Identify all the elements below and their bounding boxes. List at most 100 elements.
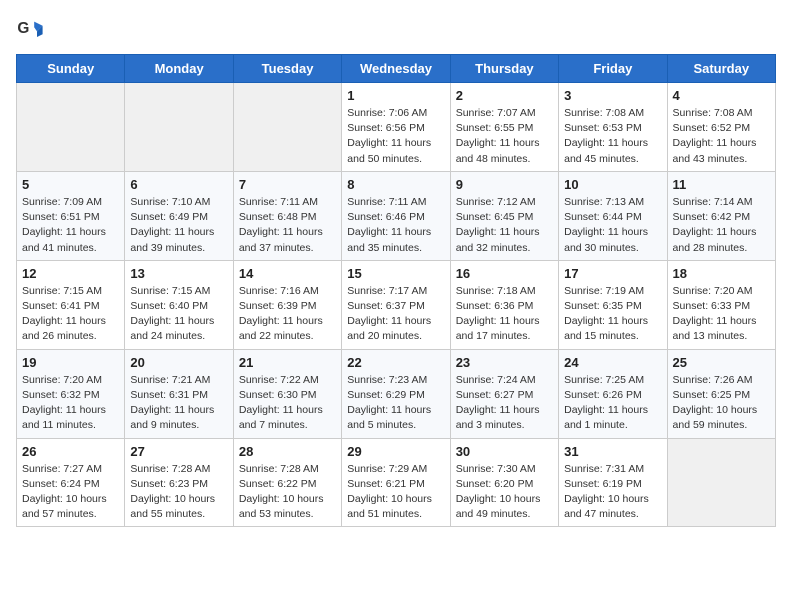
calendar-cell: 7Sunrise: 7:11 AMSunset: 6:48 PMDaylight…	[233, 171, 341, 260]
calendar-cell: 11Sunrise: 7:14 AMSunset: 6:42 PMDayligh…	[667, 171, 775, 260]
day-info: Sunrise: 7:13 AMSunset: 6:44 PMDaylight:…	[564, 195, 661, 256]
day-number: 31	[564, 444, 661, 459]
day-number: 1	[347, 88, 444, 103]
weekday-header: Tuesday	[233, 55, 341, 83]
day-info: Sunrise: 7:15 AMSunset: 6:40 PMDaylight:…	[130, 284, 227, 345]
logo-icon: G	[16, 16, 44, 44]
calendar-cell: 21Sunrise: 7:22 AMSunset: 6:30 PMDayligh…	[233, 349, 341, 438]
day-number: 25	[673, 355, 770, 370]
calendar-cell: 20 Sunrise: 7:21 AMSunset: 6:31 PMDayligh…	[125, 349, 233, 438]
calendar-week-row: 26 Sunrise: 7:27 AMSunset: 6:24 PMDayligh…	[17, 438, 776, 527]
day-number: 21	[239, 355, 336, 370]
calendar-cell: 9Sunrise: 7:12 AMSunset: 6:45 PMDaylight…	[450, 171, 558, 260]
calendar-cell: 8 Sunrise: 7:11 AMSunset: 6:46 PMDaylight…	[342, 171, 450, 260]
calendar-cell: 16 Sunrise: 7:18 AMSunset: 6:36 PMDayligh…	[450, 260, 558, 349]
day-info: Sunrise: 7:17 AMSunset: 6:37 PMDaylight:…	[347, 284, 444, 345]
calendar-week-row: 12 Sunrise: 7:15 AMSunset: 6:41 PMDayligh…	[17, 260, 776, 349]
calendar-cell: 27Sunrise: 7:28 AMSunset: 6:23 PMDayligh…	[125, 438, 233, 527]
svg-text:G: G	[17, 20, 29, 37]
day-number: 3	[564, 88, 661, 103]
day-info: Sunrise: 7:18 AMSunset: 6:36 PMDaylight:…	[456, 284, 553, 345]
day-number: 5	[22, 177, 119, 192]
calendar-body: 1 Sunrise: 7:06 AMSunset: 6:56 PMDaylight…	[17, 83, 776, 527]
day-info: Sunrise: 7:06 AMSunset: 6:56 PMDaylight:…	[347, 106, 444, 167]
calendar-week-row: 1 Sunrise: 7:06 AMSunset: 6:56 PMDaylight…	[17, 83, 776, 172]
day-info: Sunrise: 7:16 AMSunset: 6:39 PMDaylight:…	[239, 284, 336, 345]
page-header: G	[16, 16, 776, 44]
calendar-cell: 31 Sunrise: 7:31 AMSunset: 6:19 PMDayligh…	[559, 438, 667, 527]
calendar-cell	[667, 438, 775, 527]
weekday-header: Friday	[559, 55, 667, 83]
day-info: Sunrise: 7:26 AMSunset: 6:25 PMDaylight:…	[673, 373, 770, 434]
weekday-header: Wednesday	[342, 55, 450, 83]
day-info: Sunrise: 7:24 AMSunset: 6:27 PMDaylight:…	[456, 373, 553, 434]
calendar-cell: 29 Sunrise: 7:29 AMSunset: 6:21 PMDayligh…	[342, 438, 450, 527]
day-number: 20	[130, 355, 227, 370]
calendar-cell: 25 Sunrise: 7:26 AMSunset: 6:25 PMDayligh…	[667, 349, 775, 438]
weekday-header: Monday	[125, 55, 233, 83]
day-number: 17	[564, 266, 661, 281]
calendar-cell: 4 Sunrise: 7:08 AMSunset: 6:52 PMDaylight…	[667, 83, 775, 172]
day-number: 15	[347, 266, 444, 281]
day-number: 18	[673, 266, 770, 281]
day-info: Sunrise: 7:23 AMSunset: 6:29 PMDaylight:…	[347, 373, 444, 434]
day-info: Sunrise: 7:15 AMSunset: 6:41 PMDaylight:…	[22, 284, 119, 345]
day-number: 14	[239, 266, 336, 281]
day-number: 10	[564, 177, 661, 192]
day-number: 11	[673, 177, 770, 192]
day-info: Sunrise: 7:08 AMSunset: 6:53 PMDaylight:…	[564, 106, 661, 167]
day-info: Sunrise: 7:21 AMSunset: 6:31 PMDaylight:…	[130, 373, 227, 434]
day-info: Sunrise: 7:12 AMSunset: 6:45 PMDaylight:…	[456, 195, 553, 256]
day-number: 8	[347, 177, 444, 192]
calendar-cell: 13 Sunrise: 7:15 AMSunset: 6:40 PMDayligh…	[125, 260, 233, 349]
day-number: 29	[347, 444, 444, 459]
calendar-header: SundayMondayTuesdayWednesdayThursdayFrid…	[17, 55, 776, 83]
calendar-cell: 18Sunrise: 7:20 AMSunset: 6:33 PMDayligh…	[667, 260, 775, 349]
calendar-cell: 26 Sunrise: 7:27 AMSunset: 6:24 PMDayligh…	[17, 438, 125, 527]
calendar-table: SundayMondayTuesdayWednesdayThursdayFrid…	[16, 54, 776, 527]
day-number: 6	[130, 177, 227, 192]
calendar-cell	[233, 83, 341, 172]
day-info: Sunrise: 7:27 AMSunset: 6:24 PMDaylight:…	[22, 462, 119, 523]
calendar-cell: 17Sunrise: 7:19 AMSunset: 6:35 PMDayligh…	[559, 260, 667, 349]
day-number: 12	[22, 266, 119, 281]
calendar-cell: 28 Sunrise: 7:28 AMSunset: 6:22 PMDayligh…	[233, 438, 341, 527]
logo: G	[16, 16, 48, 44]
day-number: 26	[22, 444, 119, 459]
calendar-week-row: 19 Sunrise: 7:20 AMSunset: 6:32 PMDayligh…	[17, 349, 776, 438]
day-number: 22	[347, 355, 444, 370]
calendar-cell: 6Sunrise: 7:10 AMSunset: 6:49 PMDaylight…	[125, 171, 233, 260]
calendar-cell: 10 Sunrise: 7:13 AMSunset: 6:44 PMDayligh…	[559, 171, 667, 260]
day-info: Sunrise: 7:20 AMSunset: 6:32 PMDaylight:…	[22, 373, 119, 434]
weekday-header: Saturday	[667, 55, 775, 83]
day-info: Sunrise: 7:07 AMSunset: 6:55 PMDaylight:…	[456, 106, 553, 167]
calendar-cell: 5Sunrise: 7:09 AMSunset: 6:51 PMDaylight…	[17, 171, 125, 260]
calendar-cell: 3 Sunrise: 7:08 AMSunset: 6:53 PMDaylight…	[559, 83, 667, 172]
day-number: 28	[239, 444, 336, 459]
weekday-row: SundayMondayTuesdayWednesdayThursdayFrid…	[17, 55, 776, 83]
day-number: 27	[130, 444, 227, 459]
day-info: Sunrise: 7:28 AMSunset: 6:22 PMDaylight:…	[239, 462, 336, 523]
calendar-cell: 1 Sunrise: 7:06 AMSunset: 6:56 PMDaylight…	[342, 83, 450, 172]
day-number: 13	[130, 266, 227, 281]
day-info: Sunrise: 7:11 AMSunset: 6:46 PMDaylight:…	[347, 195, 444, 256]
calendar-cell: 30Sunrise: 7:30 AMSunset: 6:20 PMDayligh…	[450, 438, 558, 527]
day-number: 30	[456, 444, 553, 459]
day-number: 23	[456, 355, 553, 370]
day-number: 4	[673, 88, 770, 103]
day-info: Sunrise: 7:11 AMSunset: 6:48 PMDaylight:…	[239, 195, 336, 256]
day-info: Sunrise: 7:29 AMSunset: 6:21 PMDaylight:…	[347, 462, 444, 523]
day-info: Sunrise: 7:25 AMSunset: 6:26 PMDaylight:…	[564, 373, 661, 434]
day-number: 16	[456, 266, 553, 281]
day-info: Sunrise: 7:31 AMSunset: 6:19 PMDaylight:…	[564, 462, 661, 523]
calendar-cell	[125, 83, 233, 172]
calendar-cell: 2Sunrise: 7:07 AMSunset: 6:55 PMDaylight…	[450, 83, 558, 172]
calendar-cell: 19 Sunrise: 7:20 AMSunset: 6:32 PMDayligh…	[17, 349, 125, 438]
day-info: Sunrise: 7:08 AMSunset: 6:52 PMDaylight:…	[673, 106, 770, 167]
day-number: 19	[22, 355, 119, 370]
calendar-cell: 23 Sunrise: 7:24 AMSunset: 6:27 PMDayligh…	[450, 349, 558, 438]
calendar-cell: 12 Sunrise: 7:15 AMSunset: 6:41 PMDayligh…	[17, 260, 125, 349]
calendar-cell	[17, 83, 125, 172]
calendar-cell: 14 Sunrise: 7:16 AMSunset: 6:39 PMDayligh…	[233, 260, 341, 349]
calendar-week-row: 5Sunrise: 7:09 AMSunset: 6:51 PMDaylight…	[17, 171, 776, 260]
